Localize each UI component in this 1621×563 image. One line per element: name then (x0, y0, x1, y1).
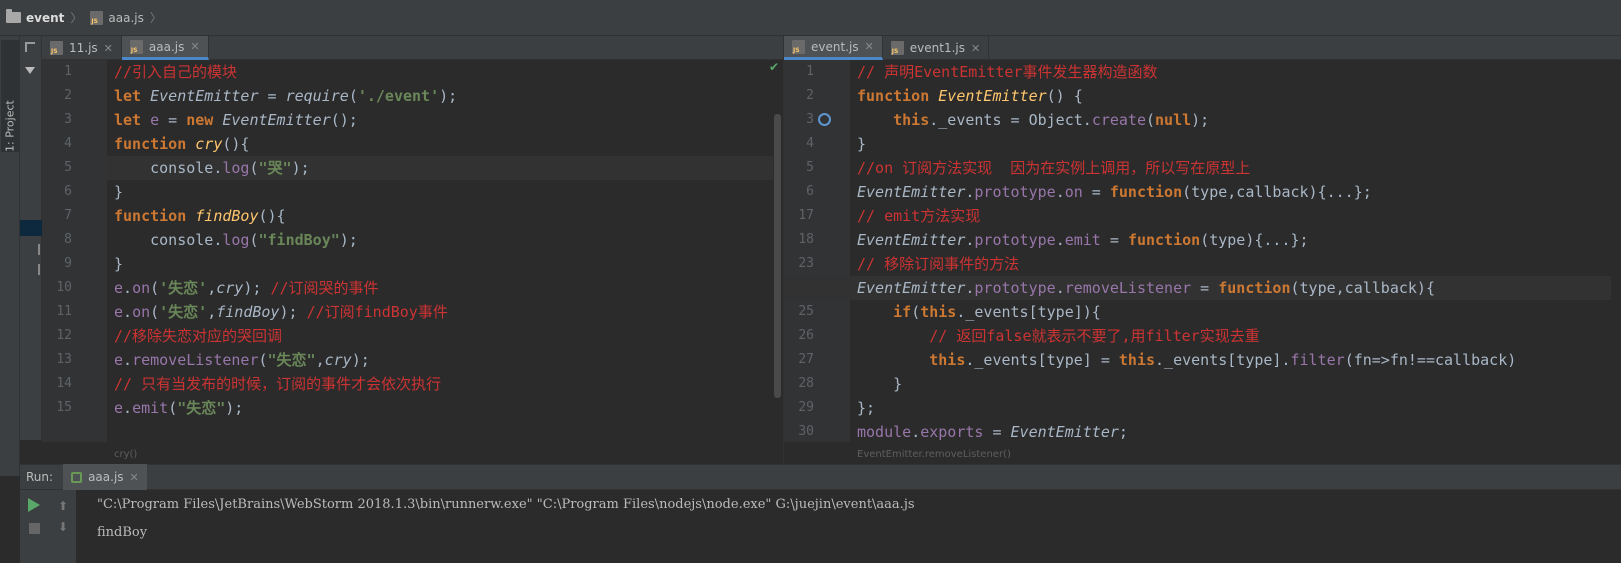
code-line: e.on('失恋',cry); //订阅哭的事件 (114, 279, 379, 297)
close-icon[interactable]: ✕ (865, 40, 874, 53)
code-line: let e = new EventEmitter(); (114, 111, 358, 129)
tab-event-js[interactable]: event.js ✕ (784, 36, 883, 60)
rerun-icon[interactable] (28, 498, 40, 512)
tab-event1-js[interactable]: event1.js ✕ (883, 36, 990, 60)
project-panel (20, 36, 42, 440)
code-line: EventEmitter.prototype.removeListener = … (857, 279, 1435, 297)
tab-11-js[interactable]: 11.js ✕ (42, 36, 122, 60)
code-line: module.exports = EventEmitter; (857, 423, 1128, 441)
code-line: e.on('失恋',findBoy); //订阅findBoy事件 (114, 303, 448, 321)
js-file-icon (50, 41, 63, 55)
editor-tabs-right: event.js ✕ event1.js ✕ (784, 36, 1621, 60)
tree-guide (38, 264, 40, 275)
tree-expand-icon[interactable] (25, 67, 35, 74)
code-line: //on 订阅方法实现 因为在实例上调用，所以写在原型上 (857, 159, 1251, 177)
code-line: let EventEmitter = require('./event'); (114, 87, 458, 105)
code-line: this._events[type] = this._events[type].… (929, 351, 1517, 369)
checkmark-icon: ✔ (768, 60, 779, 74)
stop-icon[interactable] (29, 523, 40, 534)
code-line: e.removeListener("失恋",cry); (114, 351, 370, 369)
arrow-down-icon[interactable]: ⬇ (58, 520, 68, 534)
scrollbar-thumb[interactable] (774, 114, 781, 398)
js-file-icon (792, 39, 805, 54)
code-line: this._events = Object.create(null); (893, 111, 1210, 129)
tree-guide (38, 244, 40, 255)
console-output-line: findBoy (97, 525, 148, 540)
code-line: //移除失恋对应的哭回调 (114, 327, 283, 345)
tab-label: 11.js (69, 41, 98, 55)
run-panel-header: Run: aaa.js ✕ (20, 464, 1621, 490)
editor-pane-right: event.js ✕ event1.js ✕ 1 2 3 4 5 6 17 18… (783, 36, 1621, 464)
code-line: console.log("findBoy"); (114, 231, 358, 249)
code-line: function cry(){ (114, 135, 250, 153)
nodejs-icon (71, 471, 83, 483)
editor-breadcrumb-footer[interactable]: cry() (114, 449, 137, 460)
js-file-icon (890, 41, 904, 55)
code-line: } (857, 135, 867, 153)
editor-pane-left: 11.js ✕ aaa.js ✕ 1 2 3 4 5 6 7 8 9 10 11… (42, 36, 783, 464)
tree-selected-row[interactable] (20, 220, 42, 236)
close-icon[interactable]: ✕ (190, 40, 199, 53)
code-line: // 移除订阅事件的方法 (857, 255, 1020, 273)
folder-icon (6, 9, 21, 23)
code-line: function EventEmitter() { (857, 87, 1083, 105)
code-line: e.emit("失恋"); (114, 399, 244, 417)
code-line: }; (857, 399, 876, 417)
code-line: } (857, 375, 903, 393)
run-label: Run: (26, 470, 54, 484)
breadcrumb-file-label: aaa.js (108, 10, 144, 25)
tab-aaa-js[interactable]: aaa.js ✕ (121, 36, 209, 60)
code-line: // 声明EventEmitter事件发生器构造函数 (857, 63, 1158, 81)
tab-label: event.js (811, 39, 859, 54)
breadcrumb-project[interactable]: event (6, 9, 70, 25)
breadcrumb-project-label: event (26, 10, 65, 25)
run-toolbar: ⬆ ⬇ (20, 490, 76, 563)
code-editor-left[interactable]: //引入自己的模块 let EventEmitter = require('./… (42, 60, 783, 442)
code-editor-right[interactable]: // 声明EventEmitter事件发生器构造函数 function Even… (784, 60, 1621, 442)
code-line: EventEmitter.prototype.emit = function(t… (857, 231, 1309, 249)
collapse-icon[interactable] (25, 42, 35, 52)
code-line: function findBoy(){ (114, 207, 286, 225)
js-file-icon (129, 39, 143, 54)
breadcrumb-separator: 〉 (149, 11, 162, 25)
breadcrumb-separator: 〉 (70, 11, 83, 25)
js-file-icon (90, 10, 104, 25)
close-icon[interactable]: ✕ (971, 42, 980, 55)
run-tab-aaa-js[interactable]: aaa.js ✕ (63, 464, 147, 490)
project-tool-tab-label: 1: Project (3, 100, 17, 152)
code-line: // emit方法实现 (857, 207, 981, 225)
close-icon[interactable]: ✕ (104, 42, 113, 55)
code-line: EventEmitter.prototype.on = function(typ… (857, 183, 1372, 201)
run-tab-label: aaa.js (88, 470, 124, 484)
tool-window-strip: 1: Project (0, 36, 20, 476)
code-line: console.log("哭"); (114, 159, 310, 177)
tab-label: aaa.js (148, 39, 185, 54)
editor-breadcrumb-footer[interactable]: EventEmitter.removeListener() (857, 449, 1011, 460)
navigation-bar: event 〉 aaa.js 〉 (0, 0, 1621, 36)
code-line: if(this._events[type]){ (893, 303, 1101, 321)
editor-tabs-left: 11.js ✕ aaa.js ✕ (42, 36, 783, 60)
code-line: } (114, 183, 124, 201)
code-line: // 返回false就表示不要了,用filter实现去重 (929, 327, 1260, 345)
code-line: //引入自己的模块 (114, 63, 238, 81)
close-icon[interactable]: ✕ (130, 471, 139, 484)
code-line: // 只有当发布的时候，订阅的事件才会依次执行 (114, 375, 442, 393)
code-line: } (114, 255, 124, 273)
console-output-line: "C:\Program Files\JetBrains\WebStorm 201… (97, 497, 915, 512)
tab-label: event1.js (909, 41, 966, 55)
project-tool-tab[interactable]: 1: Project (1, 40, 19, 152)
breadcrumb-file[interactable]: aaa.js (90, 10, 149, 25)
run-console[interactable]: ⬆ ⬇ "C:\Program Files\JetBrains\WebStorm… (20, 490, 1621, 563)
arrow-up-icon[interactable]: ⬆ (58, 499, 68, 513)
